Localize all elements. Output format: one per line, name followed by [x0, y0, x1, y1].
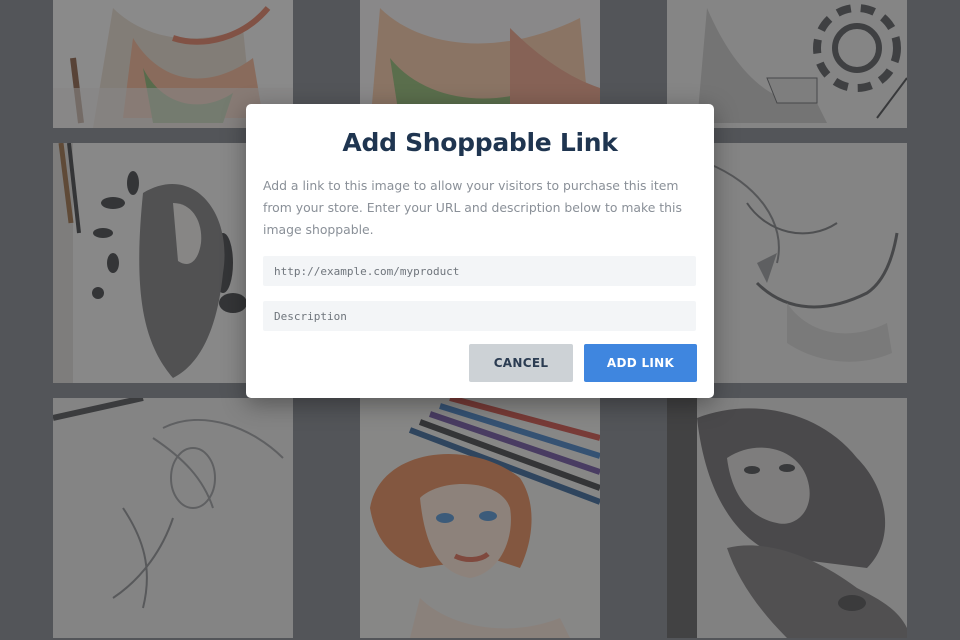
product-url-input[interactable] — [263, 256, 696, 286]
add-link-button[interactable]: ADD LINK — [584, 344, 697, 382]
dialog-description: Add a link to this image to allow your v… — [263, 178, 682, 237]
dialog-title: Add Shoppable Link — [342, 128, 618, 157]
add-shoppable-link-dialog: Add Shoppable Link Add a link to this im… — [246, 104, 714, 398]
description-input[interactable] — [263, 301, 696, 331]
cancel-button[interactable]: CANCEL — [469, 344, 573, 382]
dialog-actions: CANCEL ADD LINK — [469, 344, 697, 382]
page: Add Shoppable Link Add a link to this im… — [0, 0, 960, 640]
